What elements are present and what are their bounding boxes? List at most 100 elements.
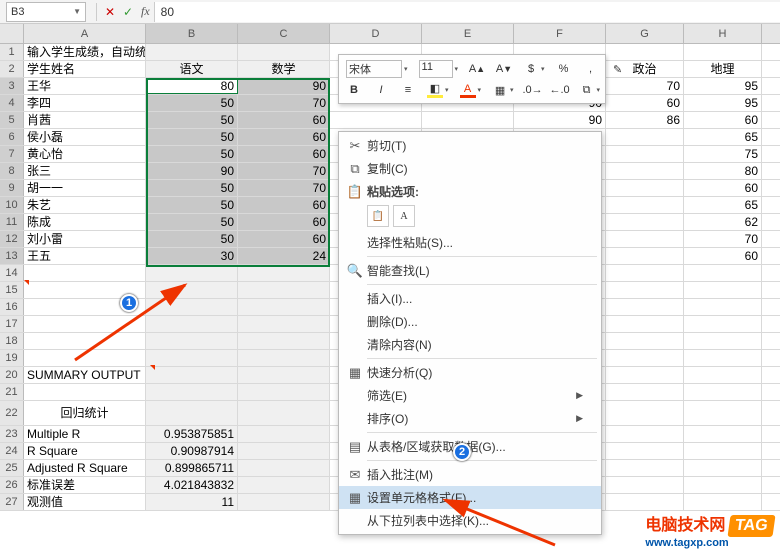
cell[interactable]: 50 bbox=[146, 146, 238, 162]
row-header[interactable]: 22 bbox=[0, 401, 24, 425]
decrease-decimal-icon[interactable]: ←.0 bbox=[548, 80, 572, 100]
cell[interactable] bbox=[684, 367, 762, 383]
cell[interactable] bbox=[238, 265, 330, 281]
cell[interactable]: 50 bbox=[146, 197, 238, 213]
cell[interactable] bbox=[684, 384, 762, 400]
row-header[interactable]: 17 bbox=[0, 316, 24, 332]
cell[interactable] bbox=[146, 384, 238, 400]
cell[interactable] bbox=[606, 163, 684, 179]
cell[interactable]: 65 bbox=[684, 129, 762, 145]
decrease-font-icon[interactable]: A▼ bbox=[492, 59, 516, 79]
menu-copy[interactable]: ⧉复制(C) bbox=[339, 157, 601, 180]
row-header[interactable]: 20 bbox=[0, 367, 24, 383]
cell[interactable] bbox=[606, 197, 684, 213]
cell[interactable] bbox=[24, 384, 146, 400]
cell[interactable]: 学生姓名 bbox=[24, 61, 146, 77]
cell[interactable] bbox=[606, 44, 684, 60]
row-header[interactable]: 24 bbox=[0, 443, 24, 459]
cell[interactable] bbox=[606, 384, 684, 400]
menu-smart-lookup[interactable]: 🔍智能查找(L) bbox=[339, 259, 601, 282]
cell[interactable]: 75 bbox=[684, 146, 762, 162]
cell[interactable]: SUMMARY OUTPUT bbox=[24, 367, 146, 383]
cell[interactable]: 标准误差 bbox=[24, 477, 146, 493]
menu-format-cells[interactable]: ▦设置单元格格式(F)... bbox=[339, 486, 601, 509]
row-header[interactable]: 18 bbox=[0, 333, 24, 349]
cell[interactable]: 0.90987914 bbox=[146, 443, 238, 459]
cell[interactable]: 50 bbox=[146, 95, 238, 111]
cell[interactable] bbox=[238, 401, 330, 425]
cell[interactable] bbox=[684, 494, 762, 510]
cell[interactable] bbox=[684, 333, 762, 349]
row-header[interactable]: 19 bbox=[0, 350, 24, 366]
row-header[interactable]: 2 bbox=[0, 61, 24, 77]
align-center-icon[interactable]: ≡ bbox=[396, 80, 420, 100]
cell[interactable] bbox=[24, 333, 146, 349]
menu-filter[interactable]: 筛选(E)▶ bbox=[339, 384, 601, 407]
cell[interactable] bbox=[606, 180, 684, 196]
accounting-format-icon[interactable]: $▾ bbox=[519, 59, 549, 79]
menu-quick-analyze[interactable]: ▦快速分析(Q) bbox=[339, 361, 601, 384]
cell[interactable] bbox=[684, 44, 762, 60]
increase-decimal-icon[interactable]: .0→ bbox=[521, 80, 545, 100]
cell[interactable]: 4.021843832 bbox=[146, 477, 238, 493]
cell[interactable]: 11 bbox=[146, 494, 238, 510]
cell[interactable]: 50 bbox=[146, 214, 238, 230]
cell[interactable] bbox=[146, 316, 238, 332]
col-header[interactable]: D bbox=[330, 24, 422, 43]
cell[interactable] bbox=[146, 282, 238, 298]
cell[interactable]: 输入学生成绩，自动统计学科的平均分等数据。 bbox=[24, 44, 146, 60]
cell[interactable]: 70 bbox=[684, 231, 762, 247]
cell[interactable]: 95 bbox=[684, 78, 762, 94]
menu-insert[interactable]: 插入(I)... bbox=[339, 287, 601, 310]
cell[interactable] bbox=[606, 248, 684, 264]
cell[interactable]: 50 bbox=[146, 180, 238, 196]
cell[interactable] bbox=[606, 460, 684, 476]
row-header[interactable]: 27 bbox=[0, 494, 24, 510]
cell[interactable]: 刘小雷 bbox=[24, 231, 146, 247]
row-header[interactable]: 5 bbox=[0, 112, 24, 128]
cell[interactable] bbox=[146, 401, 238, 425]
cell[interactable]: 95 bbox=[684, 95, 762, 111]
name-box[interactable]: B3▼ bbox=[6, 2, 86, 22]
cell[interactable]: 65 bbox=[684, 197, 762, 213]
cell[interactable]: 王五 bbox=[24, 248, 146, 264]
col-header[interactable]: B bbox=[146, 24, 238, 43]
cell[interactable]: 陈成 bbox=[24, 214, 146, 230]
row-header[interactable]: 23 bbox=[0, 426, 24, 442]
cell[interactable] bbox=[24, 265, 146, 281]
cell[interactable]: 60 bbox=[238, 214, 330, 230]
col-header[interactable]: H bbox=[684, 24, 762, 43]
cell[interactable]: 肖茜 bbox=[24, 112, 146, 128]
row-header[interactable]: 13 bbox=[0, 248, 24, 264]
cell[interactable] bbox=[684, 316, 762, 332]
cell[interactable]: 90 bbox=[514, 112, 606, 128]
cell[interactable] bbox=[606, 477, 684, 493]
paste-keep-source-icon[interactable]: 📋 bbox=[367, 205, 389, 227]
cell[interactable]: 60 bbox=[684, 112, 762, 128]
fx-icon[interactable]: fx bbox=[141, 4, 150, 19]
cell[interactable] bbox=[606, 146, 684, 162]
font-size-select[interactable]: 11▾ bbox=[415, 58, 463, 80]
paste-values-icon[interactable]: A bbox=[393, 205, 415, 227]
cell[interactable]: 数学 bbox=[238, 61, 330, 77]
cancel-icon[interactable]: ✕ bbox=[101, 5, 119, 19]
row-header[interactable]: 3 bbox=[0, 78, 24, 94]
row-header[interactable]: 11 bbox=[0, 214, 24, 230]
font-color-icon[interactable]: A▾ bbox=[456, 80, 486, 100]
cell[interactable]: R Square bbox=[24, 443, 146, 459]
row-header[interactable]: 26 bbox=[0, 477, 24, 493]
menu-from-dropdown[interactable]: 从下拉列表中选择(K)... bbox=[339, 509, 601, 532]
merge-icon[interactable]: ⧉▾ bbox=[575, 80, 605, 100]
format-painter-icon[interactable]: ✎ bbox=[606, 59, 630, 79]
menu-sort[interactable]: 排序(O)▶ bbox=[339, 407, 601, 430]
row-header[interactable]: 1 bbox=[0, 44, 24, 60]
cell[interactable]: 60 bbox=[238, 231, 330, 247]
cell[interactable] bbox=[422, 112, 514, 128]
cell[interactable]: 回归统计 bbox=[24, 401, 146, 425]
font-select[interactable]: 宋体▾ bbox=[342, 58, 412, 80]
cell[interactable]: 地理 bbox=[684, 61, 762, 77]
cell[interactable]: 70 bbox=[606, 78, 684, 94]
row-header[interactable]: 15 bbox=[0, 282, 24, 298]
cell[interactable] bbox=[238, 350, 330, 366]
row-header[interactable]: 25 bbox=[0, 460, 24, 476]
